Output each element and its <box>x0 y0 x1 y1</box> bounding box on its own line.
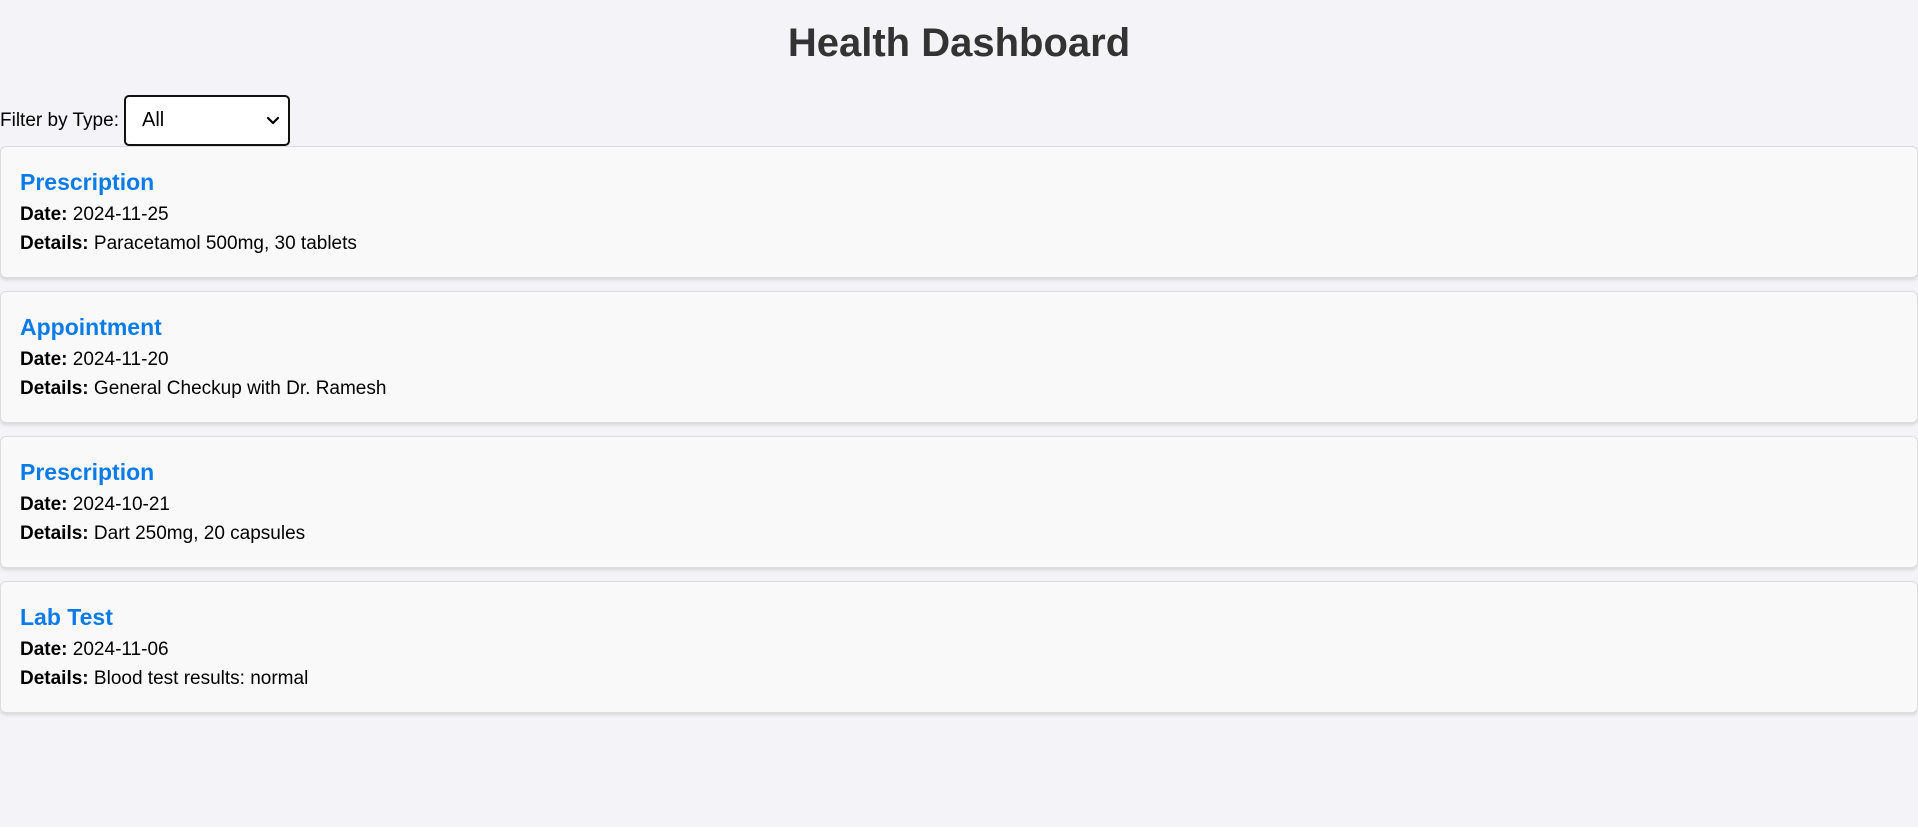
record-date: Date: 2024-11-25 <box>20 200 1917 229</box>
record-type: Prescription <box>20 169 155 195</box>
type-filter-value: All <box>141 109 165 131</box>
record-type: Lab Test <box>20 604 113 630</box>
record-details: Details: General Checkup with Dr. Ramesh <box>20 374 1917 403</box>
record-card: Prescription Date: 2024-10-21 Details: D… <box>0 436 1918 568</box>
date-label: Date: <box>20 494 68 515</box>
record-date: Date: 2024-10-21 <box>20 490 1917 519</box>
date-value: 2024-11-25 <box>72 204 169 225</box>
record-card: Appointment Date: 2024-11-20 Details: Ge… <box>0 291 1918 423</box>
record-details: Details: Blood test results: normal <box>20 664 1917 693</box>
record-details: Details: Dart 250mg, 20 capsules <box>20 519 1917 548</box>
page-title: Health Dashboard <box>787 21 1131 65</box>
details-value: Paracetamol 500mg, 30 tablets <box>93 233 357 254</box>
date-value: 2024-11-06 <box>72 639 169 660</box>
details-label: Details: <box>20 378 89 399</box>
filter-label: Filter by Type: <box>0 109 119 131</box>
record-card: Lab Test Date: 2024-11-06 Details: Blood… <box>0 581 1918 713</box>
record-type: Prescription <box>20 459 155 485</box>
chevron-down-icon <box>266 116 280 124</box>
record-card: Prescription Date: 2024-11-25 Details: P… <box>0 146 1918 278</box>
filter-bar: Filter by Type: All <box>0 95 290 146</box>
date-label: Date: <box>20 639 68 660</box>
date-label: Date: <box>20 204 68 225</box>
date-value: 2024-10-21 <box>72 494 170 515</box>
date-label: Date: <box>20 349 68 370</box>
details-value: Blood test results: normal <box>93 668 309 689</box>
record-date: Date: 2024-11-06 <box>20 635 1917 664</box>
details-label: Details: <box>20 668 89 689</box>
details-value: Dart 250mg, 20 capsules <box>93 523 306 544</box>
record-type: Appointment <box>20 314 162 340</box>
records-list: Prescription Date: 2024-11-25 Details: P… <box>0 146 1918 726</box>
date-value: 2024-11-20 <box>72 349 169 370</box>
record-details: Details: Paracetamol 500mg, 30 tablets <box>20 229 1917 258</box>
details-label: Details: <box>20 233 89 254</box>
details-label: Details: <box>20 523 89 544</box>
details-value: General Checkup with Dr. Ramesh <box>93 378 387 399</box>
record-date: Date: 2024-11-20 <box>20 345 1917 374</box>
type-filter-select[interactable]: All <box>123 95 290 146</box>
